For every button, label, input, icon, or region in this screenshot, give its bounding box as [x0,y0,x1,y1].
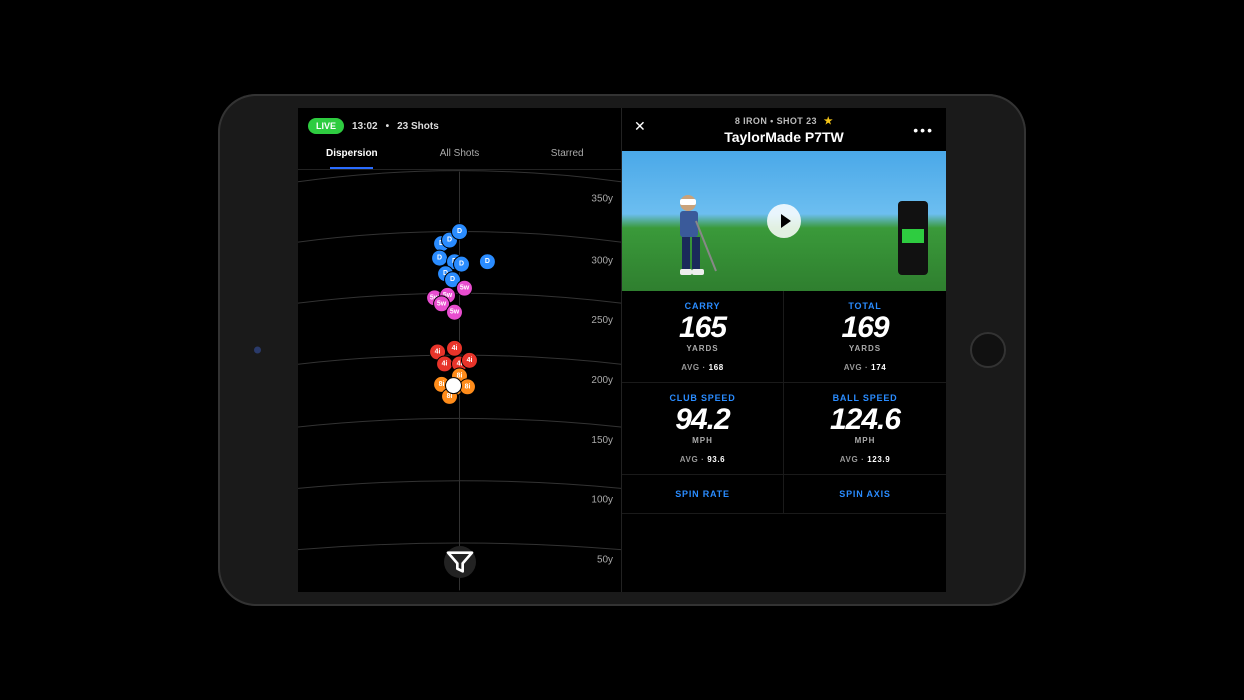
status-row: LIVE 13:02 • 23 Shots [298,108,621,140]
tab-starred[interactable]: Starred [513,140,621,169]
shot-count: 23 Shots [397,121,439,132]
dispersion-svg: 350y 300y 250y 200y 150y 100y 50y DDDDDD… [298,170,621,592]
home-button[interactable] [970,332,1006,368]
star-icon[interactable]: ★ [824,116,833,127]
detail-header: ✕ ••• 8 IRON • SHOT 23 ★ TaylorMade P7TW [622,108,946,151]
shot-marker-label: 8i [439,381,445,388]
shot-marker-label: D [450,276,455,283]
more-icon[interactable]: ••• [913,122,934,138]
live-badge: LIVE [308,118,344,134]
ytick-300: 300y [591,255,613,266]
ytick-150: 150y [591,435,613,446]
dispersion-chart[interactable]: 350y 300y 250y 200y 150y 100y 50y DDDDDD… [298,170,621,592]
shot-marker-label: D [457,228,462,235]
metric-spin-rate[interactable]: SPIN RATE [622,475,784,514]
metric-label: TOTAL [788,301,942,311]
metric-ball-speed[interactable]: BALL SPEED 124.6 MPH AVG · 123.9 [784,383,946,475]
metric-unit: YARDS [626,344,779,353]
crumb-text: 8 IRON • SHOT 23 [735,116,817,126]
filter-icon [444,546,476,578]
ytick-350: 350y [591,194,613,205]
tab-dispersion[interactable]: Dispersion [298,140,406,169]
metric-total[interactable]: TOTAL 169 YARDS AVG · 174 [784,291,946,383]
metric-value: 165 [626,311,779,344]
video-thumbnail[interactable] [622,151,946,291]
shot-marker-label: D [459,261,464,268]
metrics-grid: CARRY 165 YARDS AVG · 168 TOTAL 169 YARD… [622,291,946,592]
tab-all-shots[interactable]: All Shots [406,140,514,169]
golfer-figure [660,191,730,287]
shot-breadcrumb: 8 IRON • SHOT 23 ★ [632,116,936,127]
shot-marker-label: 5w [450,309,460,316]
shot-marker-label: 4i [442,360,448,367]
shot-markers: DDDDDDDDD5w5w5w5w5w4i4i4i4i4i8i8i8i8i8i★ [427,224,496,405]
metric-label: SPIN AXIS [788,489,942,499]
right-pane: ✕ ••• 8 IRON • SHOT 23 ★ TaylorMade P7TW [622,108,946,592]
ytick-250: 250y [591,315,613,326]
filter-button[interactable] [444,546,476,578]
front-camera [254,347,261,354]
shot-marker-label: D [485,258,490,265]
shot-marker-label: D [447,237,452,244]
metric-label: CARRY [626,301,779,311]
tab-bar: Dispersion All Shots Starred [298,140,621,170]
metric-avg: AVG · 174 [788,363,942,372]
metric-unit: MPH [788,436,942,445]
shot-marker-label: 4i [452,345,458,352]
club-title: TaylorMade P7TW [632,129,936,145]
shot-marker-label: 8i [447,393,453,400]
metric-unit: MPH [626,436,779,445]
separator: • [386,121,390,132]
ytick-100: 100y [591,495,613,506]
shot-marker-label: 4i [467,357,473,364]
shot-marker-label: 4i [435,348,441,355]
ytick-200: 200y [591,375,613,386]
metric-unit: YARDS [788,344,942,353]
metric-value: 169 [788,311,942,344]
shot-marker-label: 5w [460,285,470,292]
metric-spin-axis[interactable]: SPIN AXIS [784,475,946,514]
metric-carry[interactable]: CARRY 165 YARDS AVG · 168 [622,291,784,383]
shot-marker-label: 5w [437,300,447,307]
app-screen: LIVE 13:02 • 23 Shots Dispersion All Sho… [298,108,946,592]
session-time: 13:02 [352,121,378,132]
metric-value: 124.6 [788,403,942,436]
tablet-frame: LIVE 13:02 • 23 Shots Dispersion All Sho… [218,94,1026,606]
metric-avg: AVG · 123.9 [788,455,942,464]
shot-marker-label: ★ [450,381,457,389]
metric-club-speed[interactable]: CLUB SPEED 94.2 MPH AVG · 93.6 [622,383,784,475]
metric-label: CLUB SPEED [626,393,779,403]
left-pane: LIVE 13:02 • 23 Shots Dispersion All Sho… [298,108,622,592]
metric-label: SPIN RATE [626,489,779,499]
metric-avg: AVG · 93.6 [626,455,779,464]
golf-bag [898,201,928,275]
metric-label: BALL SPEED [788,393,942,403]
ytick-50: 50y [597,554,613,565]
metric-value: 94.2 [626,403,779,436]
shot-marker-label: D [437,255,442,262]
close-icon[interactable]: ✕ [634,118,646,135]
play-button[interactable] [767,204,801,238]
shot-marker-label: 8i [465,383,471,390]
metric-avg: AVG · 168 [626,363,779,372]
